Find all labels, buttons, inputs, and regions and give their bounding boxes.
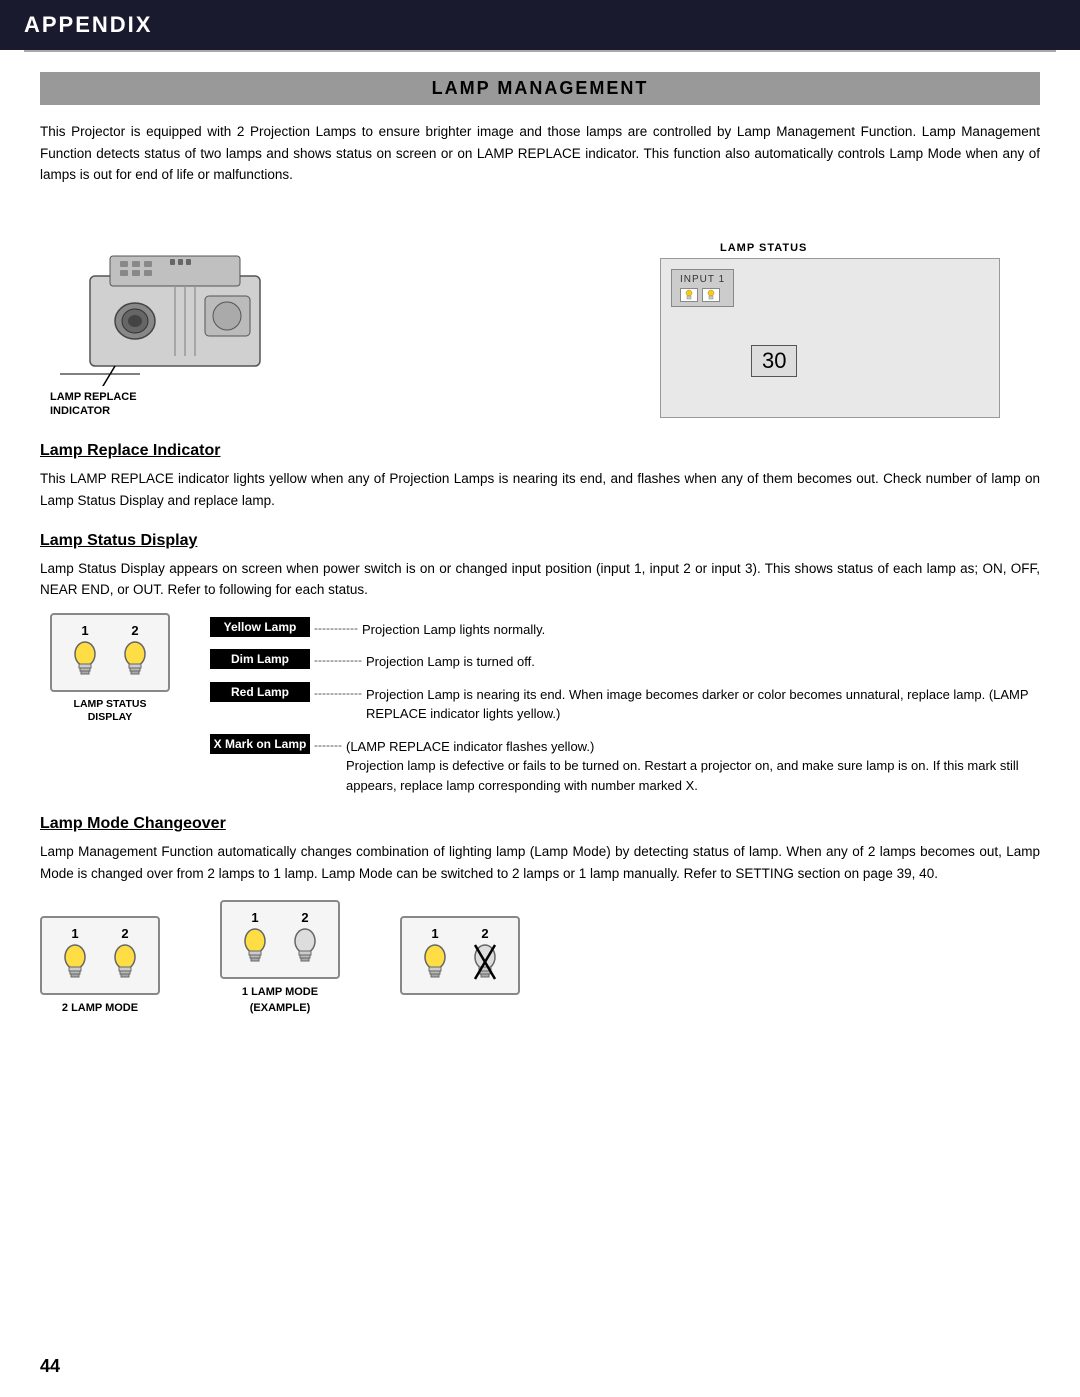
red-lamp-desc: Projection Lamp is nearing its end. When… bbox=[366, 682, 1040, 724]
status-items: Yellow Lamp ----------- Projection Lamp … bbox=[210, 613, 1040, 796]
lamp-status-title: Lamp Status Display bbox=[40, 532, 1040, 550]
yellow-lamp-label: Yellow Lamp bbox=[210, 617, 310, 637]
one-lamp-mode-figure-b: 1 2 bbox=[400, 916, 520, 1016]
page-header: APPENDIX bbox=[0, 0, 1080, 50]
lamp-status-diagram: 1 2 bbox=[40, 613, 1040, 796]
xmark-lamp-desc: (LAMP REPLACE indicator flashes yellow.)… bbox=[346, 734, 1040, 796]
one-lamp-caption: 1 LAMP MODE(Example) bbox=[242, 985, 318, 1016]
lamp-icon-small-1 bbox=[680, 288, 698, 302]
status-item-dim: Dim Lamp ------------ Projection Lamp is… bbox=[210, 649, 1040, 672]
xmark-lamp-label: X Mark on Lamp bbox=[210, 734, 310, 754]
figure-row: LAMP REPLACEINDICATOR LAMP STATUS INPUT … bbox=[40, 206, 1040, 419]
one-lamp-icon-2-x: 2 bbox=[464, 926, 506, 985]
yellow-lamp-dashes: ----------- bbox=[310, 617, 362, 635]
lamp-icon-1: 1 bbox=[64, 623, 106, 682]
projector-illustration bbox=[40, 206, 300, 386]
one-lamp-icon-1: 1 bbox=[234, 910, 276, 969]
yellow-lamp-desc: Projection Lamp lights normally. bbox=[362, 617, 545, 640]
one-lamp-bulb-1b bbox=[417, 943, 453, 985]
one-lamp-box-b: 1 2 bbox=[400, 916, 520, 995]
header-title: APPENDIX bbox=[24, 12, 152, 38]
lamp-status-text: Lamp Status Display appears on screen wh… bbox=[40, 558, 1040, 601]
two-lamp-bulb-1 bbox=[57, 943, 93, 985]
lamp-mode-text: Lamp Management Function automatically c… bbox=[40, 841, 1040, 884]
one-lamp-icon-1b: 1 bbox=[414, 926, 456, 985]
screen-box: INPUT 1 30 bbox=[660, 258, 1000, 418]
lamp-replace-section: Lamp Replace Indicator This LAMP REPLACE… bbox=[40, 442, 1040, 511]
lamp-icon-small-2 bbox=[702, 288, 720, 302]
status-item-xmark: X Mark on Lamp ------- (LAMP REPLACE ind… bbox=[210, 734, 1040, 796]
one-lamp-bulb-1 bbox=[237, 927, 273, 969]
dim-lamp-label: Dim Lamp bbox=[210, 649, 310, 669]
two-lamp-icon-1: 1 bbox=[54, 926, 96, 985]
status-item-red: Red Lamp ------------ Projection Lamp is… bbox=[210, 682, 1040, 724]
one-lamp-bulb-2-dim bbox=[287, 927, 323, 969]
two-lamp-icon-2: 2 bbox=[104, 926, 146, 985]
screen-figure: LAMP STATUS INPUT 1 30 bbox=[660, 242, 1040, 418]
dim-lamp-dashes: ------------ bbox=[310, 649, 366, 667]
lamp-replace-text: This LAMP REPLACE indicator lights yello… bbox=[40, 468, 1040, 511]
dim-lamp-desc: Projection Lamp is turned off. bbox=[366, 649, 535, 672]
red-lamp-dashes: ------------ bbox=[310, 682, 366, 700]
screen-inner: INPUT 1 bbox=[671, 269, 734, 307]
screen-lamp-icons bbox=[680, 288, 720, 302]
lamp-icon-2: 2 bbox=[114, 623, 156, 682]
lamp-mode-section: Lamp Mode Changeover Lamp Management Fun… bbox=[40, 815, 1040, 1016]
lamp-bulb-1-svg bbox=[67, 640, 103, 682]
lamp-status-section: Lamp Status Display Lamp Status Display … bbox=[40, 532, 1040, 796]
screen-number: 30 bbox=[751, 345, 797, 377]
one-lamp-x-caption bbox=[458, 1001, 461, 1016]
two-lamp-box: 1 2 bbox=[40, 916, 160, 995]
lamp-bulb-2-svg bbox=[117, 640, 153, 682]
lamp-mode-figures: 1 2 bbox=[40, 900, 1040, 1016]
lamp-replace-title: Lamp Replace Indicator bbox=[40, 442, 1040, 460]
lamp-display-box: 1 2 bbox=[50, 613, 170, 692]
projector-figure: LAMP REPLACEINDICATOR bbox=[40, 206, 300, 419]
lamp-display-figure: 1 2 bbox=[40, 613, 180, 796]
screen-input-label: INPUT 1 bbox=[680, 274, 725, 285]
lamp-status-label: LAMP STATUS bbox=[720, 242, 807, 254]
xmark-lamp-dashes: ------- bbox=[310, 734, 346, 752]
one-lamp-box-a: 1 2 bbox=[220, 900, 340, 979]
two-lamp-bulb-2 bbox=[107, 943, 143, 985]
two-lamp-mode-figure: 1 2 bbox=[40, 916, 160, 1016]
page-number: 44 bbox=[40, 1356, 60, 1377]
lamp-replace-label: LAMP REPLACEINDICATOR bbox=[50, 390, 137, 419]
status-item-yellow: Yellow Lamp ----------- Projection Lamp … bbox=[210, 617, 1040, 640]
lamp-display-caption: LAMP STATUSDISPLAY bbox=[74, 698, 147, 725]
one-lamp-mode-figure-a: 1 2 bbox=[220, 900, 340, 1016]
intro-text: This Projector is equipped with 2 Projec… bbox=[40, 121, 1040, 186]
one-lamp-bulb-2-x bbox=[467, 943, 503, 985]
section-title-bar: LAMP MANAGEMENT bbox=[40, 72, 1040, 105]
two-lamp-caption: 2 LAMP MODE bbox=[62, 1001, 138, 1016]
lamp-mode-title: Lamp Mode Changeover bbox=[40, 815, 1040, 833]
red-lamp-label: Red Lamp bbox=[210, 682, 310, 702]
one-lamp-icon-2-dim: 2 bbox=[284, 910, 326, 969]
section-title: LAMP MANAGEMENT bbox=[432, 78, 649, 98]
